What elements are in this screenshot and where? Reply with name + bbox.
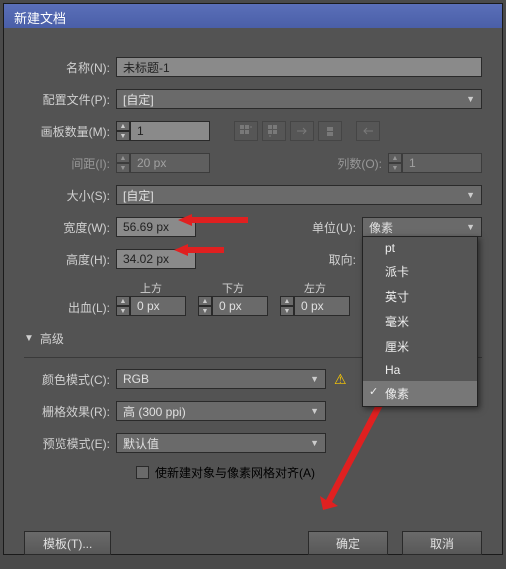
preview-value: 默认值 <box>123 435 159 452</box>
bleed-label: 出血(L): <box>24 299 116 316</box>
bleed-bottom-label: 下方 <box>198 280 268 296</box>
units-option[interactable]: 派卡 <box>363 259 477 284</box>
align-pixel-checkbox[interactable]: 使新建对象与像素网格对齐(A) <box>136 464 482 481</box>
width-label: 宽度(W): <box>24 219 116 236</box>
profile-label: 配置文件(P): <box>24 91 116 108</box>
option-label: 像素 <box>385 387 409 401</box>
cols-label: 列数(O): <box>328 155 388 172</box>
raster-label: 栅格效果(R): <box>24 403 116 420</box>
chevron-down-icon: ▼ <box>466 190 475 200</box>
option-label: 英寸 <box>385 290 409 304</box>
red-arrow-annotation <box>174 242 224 261</box>
orient-label: 取向: <box>302 251 362 268</box>
profile-select[interactable]: [自定] ▼ <box>116 89 482 109</box>
template-button[interactable]: 模板(T)... <box>24 531 111 555</box>
red-arrow-annotation <box>178 212 248 231</box>
advanced-label: 高级 <box>40 330 64 347</box>
artboard-layout-group <box>234 121 380 141</box>
grid-by-row-icon[interactable] <box>234 121 258 141</box>
spacing-stepper: ▲▼ <box>116 153 130 173</box>
units-option[interactable]: Ha <box>363 359 477 381</box>
arrange-right-icon[interactable] <box>290 121 314 141</box>
arrange-rtl-icon[interactable] <box>356 121 380 141</box>
bleed-left-stepper[interactable]: ▲▼ <box>280 296 294 316</box>
option-label: Ha <box>385 363 400 377</box>
dialog-footer: 模板(T)... 确定 取消 <box>4 517 502 569</box>
red-arrow-annotation <box>320 390 390 513</box>
chevron-down-icon: ▼ <box>310 374 319 384</box>
size-value: [自定] <box>123 187 154 204</box>
colormode-label: 颜色模式(C): <box>24 371 116 388</box>
name-input[interactable] <box>116 57 482 77</box>
titlebar: 新建文档 <box>4 4 502 28</box>
units-option[interactable]: 毫米 <box>363 309 477 334</box>
chevron-down-icon: ▼ <box>310 406 319 416</box>
grid-by-col-icon[interactable] <box>262 121 286 141</box>
preview-label: 预览模式(E): <box>24 435 116 452</box>
chevron-down-icon: ▼ <box>466 94 475 104</box>
option-label: pt <box>385 241 395 255</box>
units-select[interactable]: 像素 ▼ <box>362 217 482 237</box>
spacing-input <box>130 153 210 173</box>
disclosure-triangle-icon: ▼ <box>24 333 34 344</box>
units-option[interactable]: 英寸 <box>363 284 477 309</box>
check-icon: ✓ <box>369 385 378 398</box>
option-label: 派卡 <box>385 265 409 279</box>
artboards-label: 画板数量(M): <box>24 123 116 140</box>
bleed-left-input[interactable] <box>294 296 350 316</box>
units-option[interactable]: pt <box>363 237 477 259</box>
colormode-select[interactable]: RGB ▼ <box>116 369 326 389</box>
spacing-label: 间距(I): <box>24 155 116 172</box>
arrange-down-icon[interactable] <box>318 121 342 141</box>
option-label: 毫米 <box>385 315 409 329</box>
bleed-top-label: 上方 <box>116 280 186 296</box>
name-label: 名称(N): <box>24 59 116 76</box>
bleed-top-input[interactable] <box>130 296 186 316</box>
option-label: 厘米 <box>385 340 409 354</box>
artboards-input[interactable] <box>130 121 210 141</box>
checkbox-box <box>136 466 149 479</box>
raster-value: 高 (300 ppi) <box>123 403 186 420</box>
preview-select[interactable]: 默认值 ▼ <box>116 433 326 453</box>
bleed-left-label: 左方 <box>280 280 350 296</box>
profile-value: [自定] <box>123 91 154 108</box>
units-option[interactable]: 厘米 <box>363 334 477 359</box>
bleed-bottom-input[interactable] <box>212 296 268 316</box>
colormode-value: RGB <box>123 372 149 386</box>
artboards-stepper[interactable]: ▲▼ <box>116 121 130 141</box>
bleed-top-stepper[interactable]: ▲▼ <box>116 296 130 316</box>
raster-select[interactable]: 高 (300 ppi) ▼ <box>116 401 326 421</box>
units-label: 单位(U): <box>302 219 362 236</box>
bleed-bottom-stepper[interactable]: ▲▼ <box>198 296 212 316</box>
chevron-down-icon: ▼ <box>466 222 475 232</box>
ok-button[interactable]: 确定 <box>308 531 388 555</box>
cols-stepper: ▲▼ <box>388 153 402 173</box>
units-dropdown[interactable]: pt 派卡英寸毫米厘米 Ha ✓ 像素 <box>362 236 478 407</box>
units-value: 像素 <box>369 219 393 236</box>
size-select[interactable]: [自定] ▼ <box>116 185 482 205</box>
chevron-down-icon: ▼ <box>310 438 319 448</box>
align-pixel-label: 使新建对象与像素网格对齐(A) <box>155 464 315 481</box>
warning-icon: ⚠ <box>334 371 347 388</box>
cancel-button[interactable]: 取消 <box>402 531 482 555</box>
units-option[interactable]: ✓ 像素 <box>363 381 477 406</box>
size-label: 大小(S): <box>24 187 116 204</box>
cols-input <box>402 153 482 173</box>
height-label: 高度(H): <box>24 251 116 268</box>
